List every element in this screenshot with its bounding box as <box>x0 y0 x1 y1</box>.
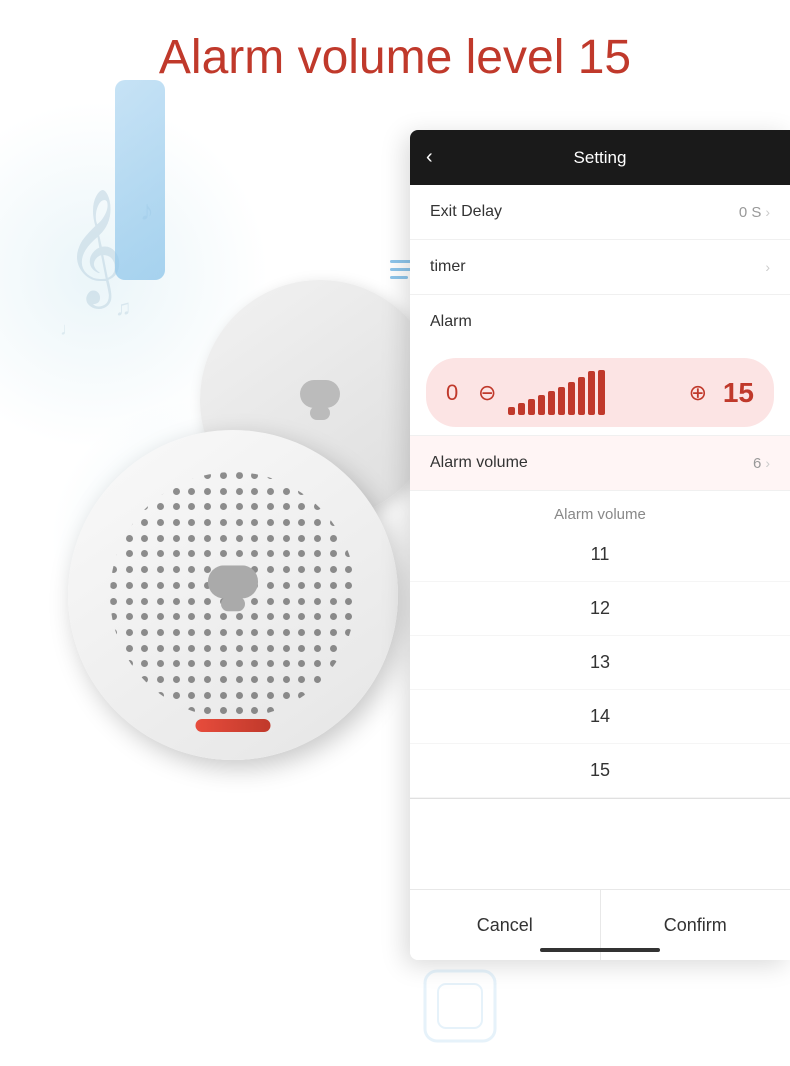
slider-current-value: 15 <box>719 377 754 409</box>
exit-delay-row[interactable]: Exit Delay 0 S › <box>410 185 790 240</box>
volume-picker-item-15[interactable]: 15 <box>410 744 790 798</box>
device-logo-front <box>205 565 261 611</box>
exit-delay-label: Exit Delay <box>430 203 502 221</box>
bottom-decoration <box>420 966 500 1046</box>
exit-delay-chevron: › <box>765 204 770 220</box>
volume-picker: Alarm volume 11 12 13 14 15 <box>410 491 790 798</box>
alarm-row[interactable]: Alarm <box>410 295 790 350</box>
slider-bars <box>508 370 676 415</box>
timer-label: timer <box>430 258 466 276</box>
alarm-device-front <box>68 430 398 760</box>
slider-zero: 0 <box>446 380 466 406</box>
volume-picker-item-13[interactable]: 13 <box>410 636 790 690</box>
volume-picker-item-12[interactable]: 12 <box>410 582 790 636</box>
divider <box>410 798 790 799</box>
timer-chevron: › <box>765 259 770 275</box>
phone-mockup <box>115 80 165 280</box>
slider-plus-button[interactable]: ⊕ <box>689 380 707 406</box>
app-header-title: Setting <box>574 148 627 168</box>
timer-value: › <box>765 259 770 275</box>
alarm-volume-chevron: › <box>765 455 770 471</box>
home-indicator <box>540 948 660 952</box>
device-red-indicator <box>196 719 271 732</box>
slider-minus-button[interactable]: ⊖ <box>478 380 496 406</box>
alarm-label: Alarm <box>430 313 472 331</box>
alarm-volume-label: Alarm volume <box>430 454 528 472</box>
title-prefix: Alarm volume <box>159 31 466 84</box>
alarm-volume-row[interactable]: Alarm volume 6 › <box>410 436 790 491</box>
title-highlight: level 15 <box>466 31 631 84</box>
device-logo-back <box>296 380 344 420</box>
timer-row[interactable]: timer › <box>410 240 790 295</box>
alarm-slider-section: Alarm 0 ⊖ ⊕ 15 <box>410 295 790 436</box>
volume-picker-item-14[interactable]: 14 <box>410 690 790 744</box>
volume-picker-item-11[interactable]: 11 <box>410 528 790 582</box>
back-button[interactable]: ‹ <box>426 146 433 169</box>
page-title: Alarm volume level 15 <box>0 30 790 85</box>
volume-slider[interactable]: 0 ⊖ ⊕ 15 <box>426 358 774 427</box>
alarm-volume-value: 6 › <box>753 455 770 472</box>
app-panel: ‹ Setting Exit Delay 0 S › timer › Alarm… <box>410 130 790 960</box>
volume-picker-title: Alarm volume <box>410 491 790 528</box>
exit-delay-value: 0 S › <box>739 204 770 221</box>
app-header: ‹ Setting <box>410 130 790 185</box>
page-title-area: Alarm volume level 15 <box>0 30 790 85</box>
